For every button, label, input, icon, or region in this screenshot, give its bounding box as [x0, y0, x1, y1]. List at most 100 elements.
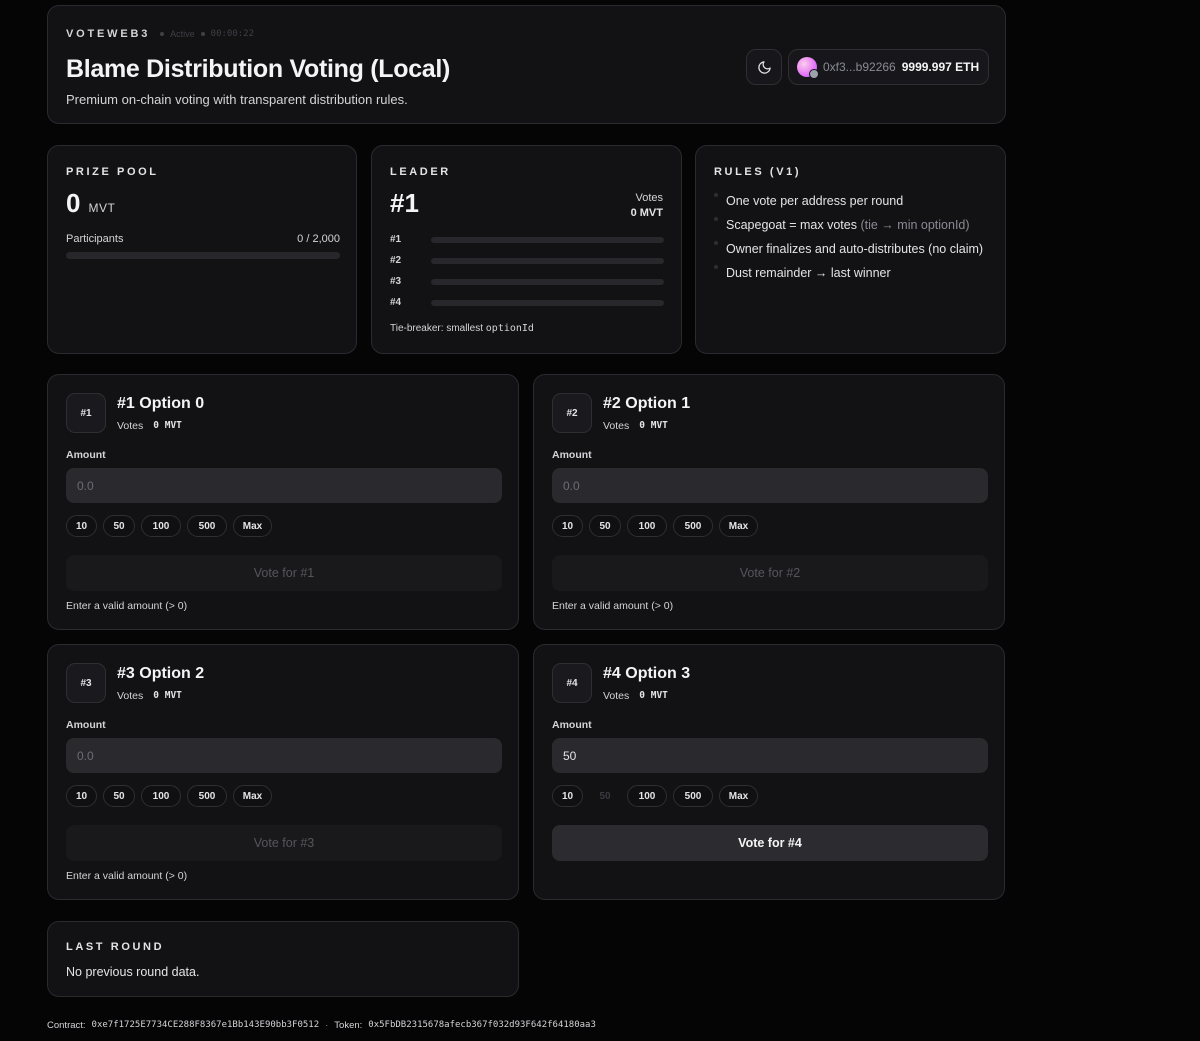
- round-status: Active 00:00:22: [160, 29, 254, 39]
- option-title: #1 Option 0: [117, 395, 205, 412]
- option-badge: #4: [552, 663, 592, 703]
- participants-label: Participants: [66, 233, 124, 245]
- rank-bar: [431, 299, 664, 306]
- rule-note: (tie → min optionId): [860, 218, 970, 232]
- option-votes-value: 0 MVT: [153, 690, 182, 701]
- theme-toggle-button[interactable]: [746, 49, 782, 85]
- preset-max-button[interactable]: Max: [233, 515, 272, 537]
- leader-option-id: #1: [390, 188, 419, 218]
- option-badge: #2: [552, 393, 592, 433]
- amount-presets: 10 50 100 500 Max: [552, 515, 758, 537]
- amount-input[interactable]: [552, 468, 988, 503]
- rank-row: #1: [390, 234, 664, 245]
- preset-500-button[interactable]: 500: [187, 515, 227, 537]
- option-votes-value: 0 MVT: [639, 690, 668, 701]
- wallet-avatar: [797, 57, 819, 79]
- preset-max-button[interactable]: Max: [719, 785, 758, 807]
- rank-row: #2: [390, 255, 664, 266]
- preset-10-button[interactable]: 10: [552, 785, 583, 807]
- preset-10-button[interactable]: 10: [66, 785, 97, 807]
- preset-500-button[interactable]: 500: [673, 785, 713, 807]
- rank-label: #1: [390, 234, 402, 245]
- tie-breaker-code: optionId: [485, 323, 534, 334]
- preset-50-button-selected[interactable]: 50: [589, 785, 621, 807]
- amount-hint: Enter a valid amount (> 0): [66, 600, 188, 612]
- amount-label: Amount: [552, 449, 592, 461]
- moon-icon: [757, 60, 771, 74]
- amount-input[interactable]: [66, 468, 502, 503]
- prize-pool-amount: 0 MVT: [66, 188, 115, 219]
- option-badge: #1: [66, 393, 106, 433]
- option-title: #3 Option 2: [117, 665, 205, 682]
- footer: Contract: 0xe7f1725E7734CE288F8367e1Bb14…: [47, 1020, 596, 1031]
- prize-pool-card: PRIZE POOL 0 MVT Participants 0 / 2,000: [47, 145, 357, 354]
- preset-50-button[interactable]: 50: [103, 515, 135, 537]
- rank-label: #4: [390, 297, 402, 308]
- brand-row: VOTEWEB3 Active 00:00:22: [66, 28, 254, 40]
- rule-text: Owner finalizes and auto-distributes (no…: [726, 242, 984, 256]
- preset-max-button[interactable]: Max: [719, 515, 758, 537]
- page-title: Blame Distribution Voting (Local): [66, 55, 451, 83]
- rules-card: RULES (V1) One vote per address per roun…: [695, 145, 1006, 354]
- prize-pool-value: 0: [66, 188, 81, 218]
- rule-item: Scapegoat = max votes (tie → min optionI…: [714, 213, 983, 237]
- option-card: #3 #3 Option 2 Votes 0 MVT Amount 10 50 …: [47, 644, 519, 900]
- leader-votes: Votes 0 MVT: [631, 191, 663, 221]
- rank-bar: [431, 257, 664, 264]
- rule-item: One vote per address per round: [714, 189, 983, 213]
- preset-max-button[interactable]: Max: [233, 785, 272, 807]
- leader-label: LEADER: [390, 166, 451, 178]
- contract-address: 0xe7f1725E7734CE288F8367e1Bb143E90bb3F05…: [91, 1020, 320, 1030]
- vote-button[interactable]: Vote for #4: [552, 825, 988, 861]
- participants-value: 0 / 2,000: [297, 233, 340, 245]
- vote-button[interactable]: Vote for #3: [66, 825, 502, 861]
- wallet-button[interactable]: 0xf3...b92266 9999.997 ETH: [788, 49, 989, 85]
- footer-separator: ·: [325, 1020, 329, 1031]
- preset-10-button[interactable]: 10: [66, 515, 97, 537]
- preset-10-button[interactable]: 10: [552, 515, 583, 537]
- separator-dot-icon: [200, 32, 205, 36]
- amount-label: Amount: [552, 719, 592, 731]
- option-votes-label: Votes: [117, 420, 144, 432]
- token-address: 0x5FbDB2315678afecb367f032d93F642f64180a…: [368, 1020, 596, 1030]
- vote-button[interactable]: Vote for #2: [552, 555, 988, 591]
- leader-votes-value: 0 MVT: [630, 207, 663, 219]
- wallet-address: 0xf3...b92266: [823, 60, 896, 74]
- rank-bar: [431, 278, 664, 285]
- preset-500-button[interactable]: 500: [187, 785, 227, 807]
- option-card: #4 #4 Option 3 Votes 0 MVT Amount 10 50 …: [533, 644, 1005, 900]
- rules-label: RULES (V1): [714, 166, 802, 178]
- amount-hint: Enter a valid amount (> 0): [552, 600, 674, 612]
- token-label: Token:: [334, 1020, 363, 1031]
- option-votes: Votes 0 MVT: [603, 420, 668, 432]
- amount-input[interactable]: [66, 738, 502, 773]
- rule-item: Dust remainder → last winner: [714, 261, 983, 285]
- participants-progress-bar: [66, 252, 340, 259]
- option-card: #2 #2 Option 1 Votes 0 MVT Amount 10 50 …: [533, 374, 1005, 630]
- preset-50-button[interactable]: 50: [103, 785, 135, 807]
- preset-100-button[interactable]: 100: [627, 515, 667, 537]
- amount-input[interactable]: [552, 738, 988, 773]
- last-round-message: No previous round data.: [66, 965, 200, 979]
- rule-text: One vote per address per round: [726, 194, 904, 208]
- vote-button[interactable]: Vote for #1: [66, 555, 502, 591]
- tie-breaker-text: Tie-breaker: smallest: [390, 323, 486, 334]
- brand-name: VOTEWEB3: [66, 28, 151, 40]
- amount-label: Amount: [66, 719, 106, 731]
- amount-presets: 10 50 100 500 Max: [552, 785, 758, 807]
- status-dot-icon: [160, 32, 165, 36]
- wallet-balance: 9999.997 ETH: [901, 60, 980, 74]
- preset-500-button[interactable]: 500: [673, 515, 713, 537]
- rank-bar: [431, 236, 664, 243]
- preset-50-button[interactable]: 50: [589, 515, 621, 537]
- option-votes-value: 0 MVT: [153, 420, 182, 431]
- amount-label: Amount: [66, 449, 106, 461]
- tie-breaker-note: Tie-breaker: smallest optionId: [390, 323, 534, 334]
- leader-card: LEADER #1 Votes 0 MVT #1 #2 #3 #4 Tie-br…: [371, 145, 682, 354]
- preset-100-button[interactable]: 100: [627, 785, 667, 807]
- preset-100-button[interactable]: 100: [141, 785, 181, 807]
- preset-100-button[interactable]: 100: [141, 515, 181, 537]
- participants-row: Participants 0 / 2,000: [66, 233, 340, 245]
- option-votes-value: 0 MVT: [639, 420, 668, 431]
- option-votes: Votes 0 MVT: [117, 690, 182, 702]
